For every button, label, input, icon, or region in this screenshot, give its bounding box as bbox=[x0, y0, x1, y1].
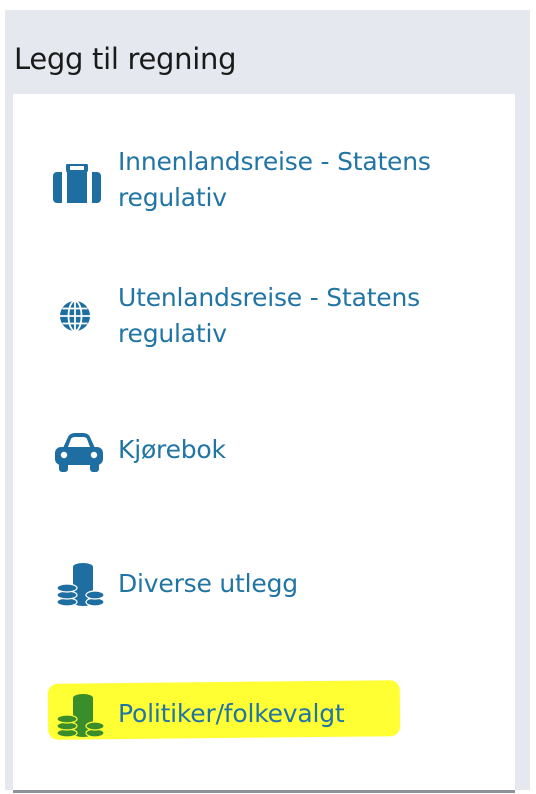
menu-item-mileage-log[interactable]: Kjørebok bbox=[13, 432, 503, 472]
car-icon bbox=[53, 430, 105, 480]
panel-title: Legg til regning bbox=[14, 42, 237, 76]
suitcase-icon bbox=[51, 162, 103, 208]
menu-item-domestic-travel[interactable]: Innenlandsreise - Statens regulativ bbox=[13, 144, 503, 224]
menu-item-politician[interactable]: Politiker/folkevalgt bbox=[13, 694, 503, 738]
menu-item-label: Kjørebok bbox=[118, 435, 226, 464]
coins-icon bbox=[55, 692, 105, 742]
menu-item-label: Utenlandsreise - Statens regulativ bbox=[118, 283, 420, 348]
menu-item-misc-expenses[interactable]: Diverse utlegg bbox=[13, 563, 503, 607]
menu-item-label: Politiker/folkevalgt bbox=[118, 699, 345, 728]
menu-item-label: Diverse utlegg bbox=[118, 569, 298, 598]
menu-item-foreign-travel[interactable]: Utenlandsreise - Statens regulativ bbox=[13, 280, 503, 360]
globe-icon bbox=[57, 298, 93, 338]
menu-item-label: Innenlandsreise - Statens regulativ bbox=[118, 147, 431, 212]
coins-icon bbox=[55, 561, 105, 611]
add-bill-panel: Legg til regning Innenlandsreise - State… bbox=[5, 10, 530, 793]
bill-type-menu: Innenlandsreise - Statens regulativ Uten… bbox=[13, 94, 515, 793]
